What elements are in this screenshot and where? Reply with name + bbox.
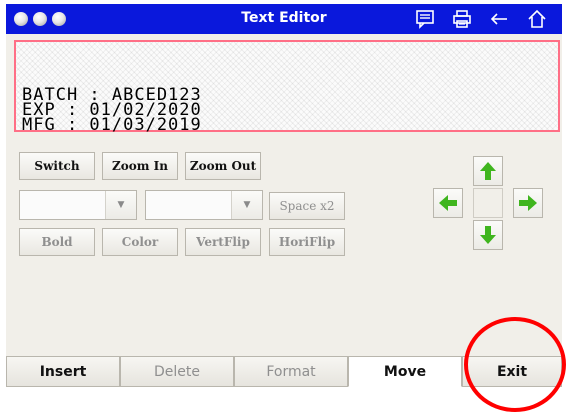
chevron-down-icon[interactable]: ▼ <box>231 191 262 219</box>
back-arrow-icon[interactable] <box>489 9 509 29</box>
arrow-down-icon <box>480 226 496 244</box>
space-x2-button[interactable]: Space x2 <box>269 192 345 220</box>
preview-line-mfg: MFG : 01/03/2019 <box>22 115 202 135</box>
tab-format[interactable]: Format <box>234 356 348 387</box>
move-pad-center <box>473 188 503 218</box>
label-preview-canvas[interactable]: BATCH : ABCED123 EXP : 01/02/2020 MFG : … <box>14 40 560 135</box>
window-title: Text Editor <box>241 10 327 26</box>
bold-button[interactable]: Bold <box>19 228 95 256</box>
arrow-left-icon <box>439 195 457 211</box>
tab-insert[interactable]: Insert <box>6 356 120 387</box>
move-up-button[interactable] <box>473 156 503 186</box>
arrow-right-icon <box>519 195 537 211</box>
vert-flip-button[interactable]: VertFlip <box>185 228 261 256</box>
zoom-in-button[interactable]: Zoom In <box>102 152 178 180</box>
move-left-button[interactable] <box>433 188 463 218</box>
arrow-up-icon <box>480 162 496 180</box>
title-bar: Text Editor <box>6 4 562 34</box>
hori-flip-button[interactable]: HoriFlip <box>269 228 345 256</box>
exit-highlight-circle <box>464 317 566 412</box>
message-icon[interactable] <box>415 9 435 29</box>
tab-delete[interactable]: Delete <box>120 356 234 387</box>
tab-move[interactable]: Move <box>348 356 462 387</box>
home-icon[interactable] <box>527 9 547 29</box>
size-select[interactable]: ▼ <box>145 190 263 220</box>
zoom-out-button[interactable]: Zoom Out <box>185 152 261 180</box>
color-button[interactable]: Color <box>102 228 178 256</box>
move-down-button[interactable] <box>473 220 503 250</box>
chevron-down-icon[interactable]: ▼ <box>105 191 136 219</box>
printer-icon[interactable] <box>452 9 472 29</box>
font-select[interactable]: ▼ <box>19 190 137 220</box>
move-right-button[interactable] <box>513 188 543 218</box>
switch-button[interactable]: Switch <box>19 152 95 180</box>
